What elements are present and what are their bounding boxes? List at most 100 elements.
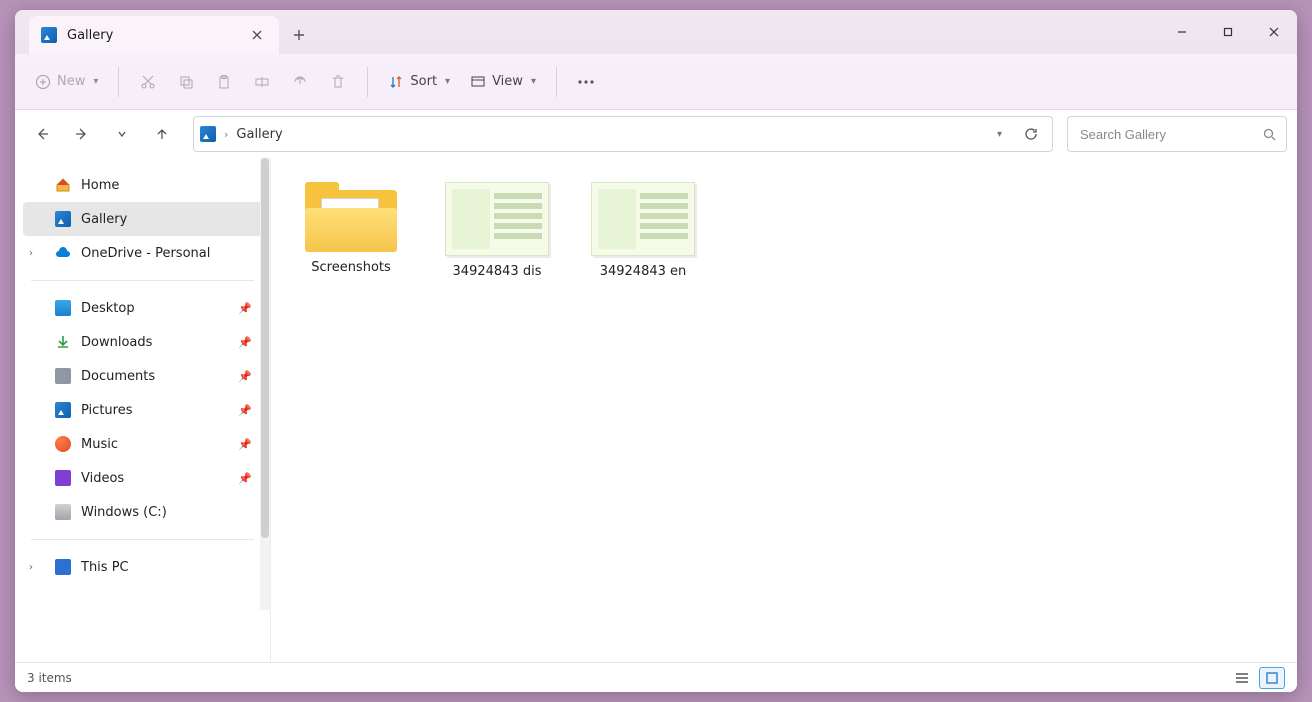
paste-icon — [216, 74, 232, 90]
arrow-left-icon — [35, 127, 49, 141]
sidebar-item-desktop[interactable]: Desktop 📌 — [23, 291, 262, 325]
music-icon — [55, 436, 71, 452]
chevron-down-icon: ▾ — [93, 76, 98, 87]
sidebar-item-gallery[interactable]: Gallery — [23, 202, 262, 236]
delete-button[interactable] — [319, 64, 357, 100]
sidebar-item-label: Music — [81, 437, 118, 452]
breadcrumb-current[interactable]: Gallery — [236, 127, 282, 142]
sidebar-item-this-pc[interactable]: › This PC — [23, 550, 262, 584]
details-view-button[interactable] — [1229, 667, 1255, 689]
desktop-icon — [55, 300, 71, 316]
rename-button[interactable] — [243, 64, 281, 100]
search-input[interactable] — [1078, 126, 1263, 143]
sidebar-item-downloads[interactable]: Downloads 📌 — [23, 325, 262, 359]
command-toolbar: New ▾ Sort ▾ View ▾ — [15, 54, 1297, 110]
chevron-down-icon: ▾ — [531, 76, 536, 87]
new-tab-button[interactable] — [279, 16, 319, 54]
sidebar-item-label: OneDrive - Personal — [81, 246, 210, 261]
copy-icon — [178, 74, 194, 90]
item-label: 34924843 en — [600, 264, 687, 279]
sidebar-item-label: Documents — [81, 369, 155, 384]
pictures-icon — [55, 402, 71, 418]
content-pane[interactable]: Screenshots 34924843 dis 34924843 en — [271, 158, 1297, 662]
paste-button[interactable] — [205, 64, 243, 100]
minimize-button[interactable] — [1159, 10, 1205, 54]
view-button[interactable]: View ▾ — [460, 64, 546, 100]
back-button[interactable] — [25, 117, 59, 151]
sidebar-item-label: Gallery — [81, 212, 127, 227]
pin-icon: 📌 — [238, 302, 252, 315]
image-thumbnail — [591, 182, 695, 256]
chevron-right-icon[interactable]: › — [29, 562, 33, 573]
chevron-right-icon[interactable]: › — [29, 248, 33, 259]
sidebar-item-videos[interactable]: Videos 📌 — [23, 461, 262, 495]
up-button[interactable] — [145, 117, 179, 151]
scrollbar-thumb[interactable] — [261, 158, 269, 538]
close-button[interactable] — [1251, 10, 1297, 54]
search-icon — [1263, 128, 1276, 141]
pin-icon: 📌 — [238, 336, 252, 349]
address-bar[interactable]: › Gallery ▾ — [193, 116, 1053, 152]
thumbnails-view-button[interactable] — [1259, 667, 1285, 689]
arrow-right-icon — [75, 127, 89, 141]
view-mode-toggle — [1229, 667, 1285, 689]
sort-button[interactable]: Sort ▾ — [378, 64, 460, 100]
copy-button[interactable] — [167, 64, 205, 100]
sidebar-item-documents[interactable]: Documents 📌 — [23, 359, 262, 393]
new-button[interactable]: New ▾ — [25, 64, 108, 100]
sidebar-item-label: Pictures — [81, 403, 132, 418]
cut-icon — [140, 74, 156, 90]
window-controls — [1159, 10, 1297, 54]
sidebar-item-label: Home — [81, 178, 119, 193]
search-box[interactable] — [1067, 116, 1287, 152]
sidebar-item-label: Windows (C:) — [81, 505, 167, 520]
drive-icon — [55, 504, 71, 520]
item-image-2[interactable]: 34924843 en — [581, 182, 705, 279]
documents-icon — [55, 368, 71, 384]
delete-icon — [330, 74, 346, 90]
chevron-right-icon: › — [224, 128, 228, 141]
view-icon — [470, 74, 486, 90]
more-button[interactable] — [567, 64, 605, 100]
sidebar-item-home[interactable]: Home — [23, 168, 262, 202]
list-icon — [1235, 672, 1249, 684]
new-icon — [35, 74, 51, 90]
item-label: Screenshots — [311, 260, 391, 275]
item-folder-screenshots[interactable]: Screenshots — [289, 182, 413, 279]
cut-button[interactable] — [129, 64, 167, 100]
tab-close-button[interactable] — [245, 23, 269, 47]
downloads-icon — [55, 334, 71, 350]
close-icon — [1269, 27, 1279, 37]
sidebar-item-music[interactable]: Music 📌 — [23, 427, 262, 461]
share-button[interactable] — [281, 64, 319, 100]
sidebar-item-label: This PC — [81, 560, 129, 575]
chevron-down-icon: ▾ — [445, 76, 450, 87]
tab-gallery[interactable]: Gallery — [29, 16, 279, 54]
maximize-icon — [1223, 27, 1233, 37]
sidebar-scrollbar[interactable] — [260, 158, 270, 610]
arrow-up-icon — [155, 127, 169, 141]
maximize-button[interactable] — [1205, 10, 1251, 54]
sidebar-item-onedrive[interactable]: › OneDrive - Personal — [23, 236, 262, 270]
sort-label: Sort — [410, 74, 437, 89]
videos-icon — [55, 470, 71, 486]
pc-icon — [55, 559, 71, 575]
navigation-row: › Gallery ▾ — [15, 110, 1297, 158]
address-history-button[interactable]: ▾ — [991, 129, 1008, 140]
refresh-button[interactable] — [1016, 119, 1046, 149]
sidebar-item-pictures[interactable]: Pictures 📌 — [23, 393, 262, 427]
cloud-icon — [55, 245, 71, 261]
gallery-icon — [41, 27, 57, 43]
gallery-icon — [55, 211, 71, 227]
sidebar-item-drive-c[interactable]: Windows (C:) — [23, 495, 262, 529]
recent-locations-button[interactable] — [105, 117, 139, 151]
rename-icon — [254, 74, 270, 90]
pin-icon: 📌 — [238, 472, 252, 485]
body: Home Gallery › OneDrive - Personal Deskt… — [15, 158, 1297, 662]
minimize-icon — [1177, 27, 1187, 37]
item-image-1[interactable]: 34924843 dis — [435, 182, 559, 279]
home-icon — [55, 177, 71, 193]
forward-button[interactable] — [65, 117, 99, 151]
grid-icon — [1266, 672, 1278, 684]
sidebar-item-label: Videos — [81, 471, 124, 486]
